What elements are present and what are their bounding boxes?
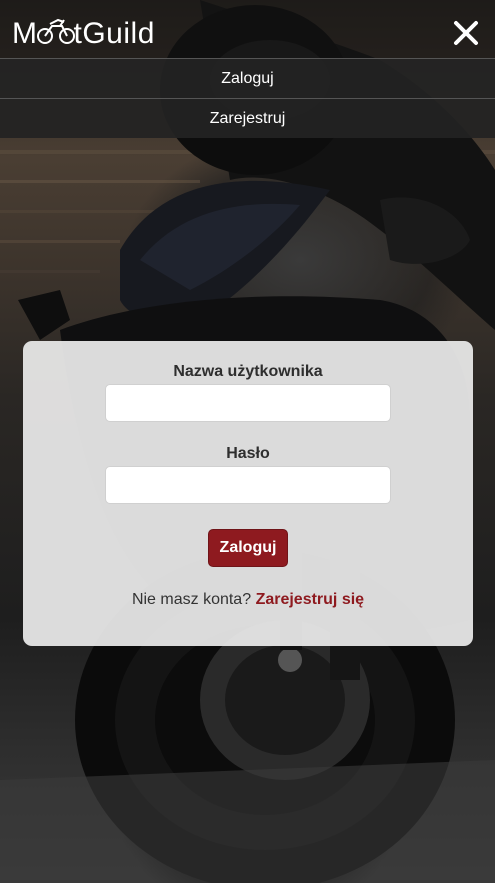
nav-item-register[interactable]: Zarejestruj	[0, 98, 495, 138]
username-input[interactable]	[105, 384, 391, 422]
login-card: Nazwa użytkownika Hasło Zaloguj Nie masz…	[23, 341, 473, 646]
password-label: Hasło	[226, 445, 270, 462]
nav-item-login[interactable]: Zaloguj	[0, 58, 495, 98]
logo-text-m: M	[12, 17, 38, 50]
register-prompt: Nie masz konta? Zarejestruj się	[23, 591, 473, 609]
nav-menu: Zaloguj Zarejestruj	[0, 58, 495, 138]
password-input[interactable]	[105, 466, 391, 504]
site-logo[interactable]: M t Guild	[12, 14, 155, 54]
logo-text-guild: Guild	[82, 17, 155, 50]
no-account-text: Nie masz konta?	[131, 591, 252, 608]
username-label: Nazwa użytkownika	[173, 363, 323, 380]
close-icon[interactable]	[451, 18, 481, 48]
top-header: M t Guild	[0, 0, 495, 58]
register-link[interactable]: Zarejestruj się	[256, 591, 365, 608]
login-submit-button[interactable]: Zaloguj	[208, 529, 288, 567]
